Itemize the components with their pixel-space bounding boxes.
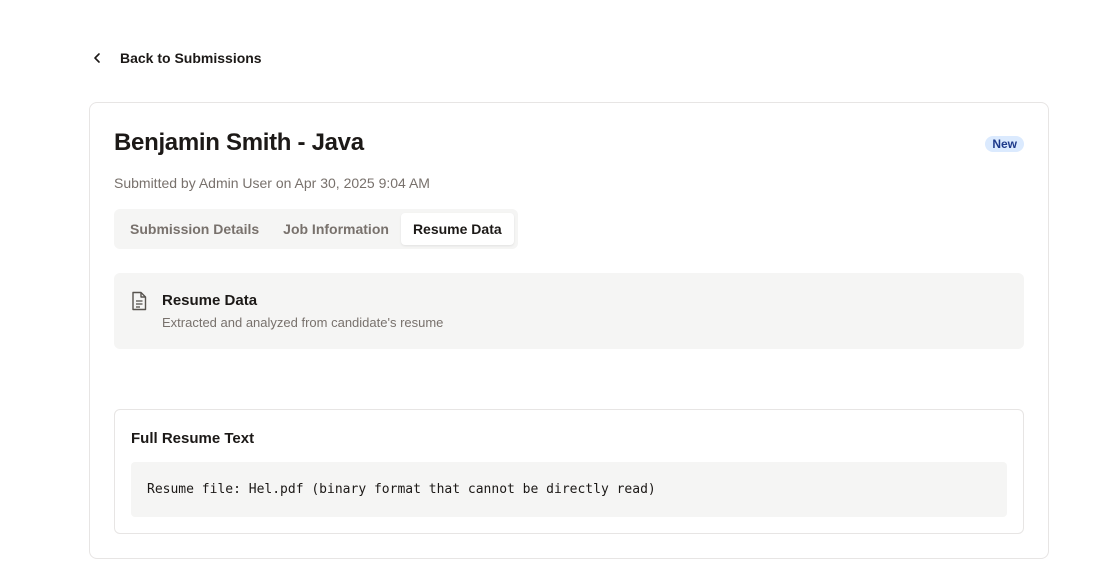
resume-text-block: Resume file: Hel.pdf (binary format that… xyxy=(131,462,1007,517)
back-to-submissions-link[interactable]: Back to Submissions xyxy=(90,46,262,70)
resume-data-description: Extracted and analyzed from candidate's … xyxy=(162,315,444,330)
tab-job-information[interactable]: Job Information xyxy=(271,213,401,245)
resume-data-header: Resume Data Extracted and analyzed from … xyxy=(114,273,1024,349)
submission-meta: Submitted by Admin User on Apr 30, 2025 … xyxy=(114,175,430,191)
full-resume-title: Full Resume Text xyxy=(131,430,255,447)
tab-submission-details[interactable]: Submission Details xyxy=(118,213,271,245)
page-title: Benjamin Smith - Java xyxy=(114,129,364,156)
file-text-icon xyxy=(131,291,147,316)
chevron-left-icon xyxy=(90,51,104,65)
back-link-label: Back to Submissions xyxy=(120,50,262,66)
full-resume-card: Full Resume Text Resume file: Hel.pdf (b… xyxy=(114,409,1024,534)
submission-card: Benjamin Smith - Java New Submitted by A… xyxy=(89,102,1049,559)
status-badge: New xyxy=(985,136,1024,152)
tab-list: Submission Details Job Information Resum… xyxy=(114,209,518,249)
resume-data-title: Resume Data xyxy=(162,292,258,309)
tab-resume-data[interactable]: Resume Data xyxy=(400,213,514,245)
